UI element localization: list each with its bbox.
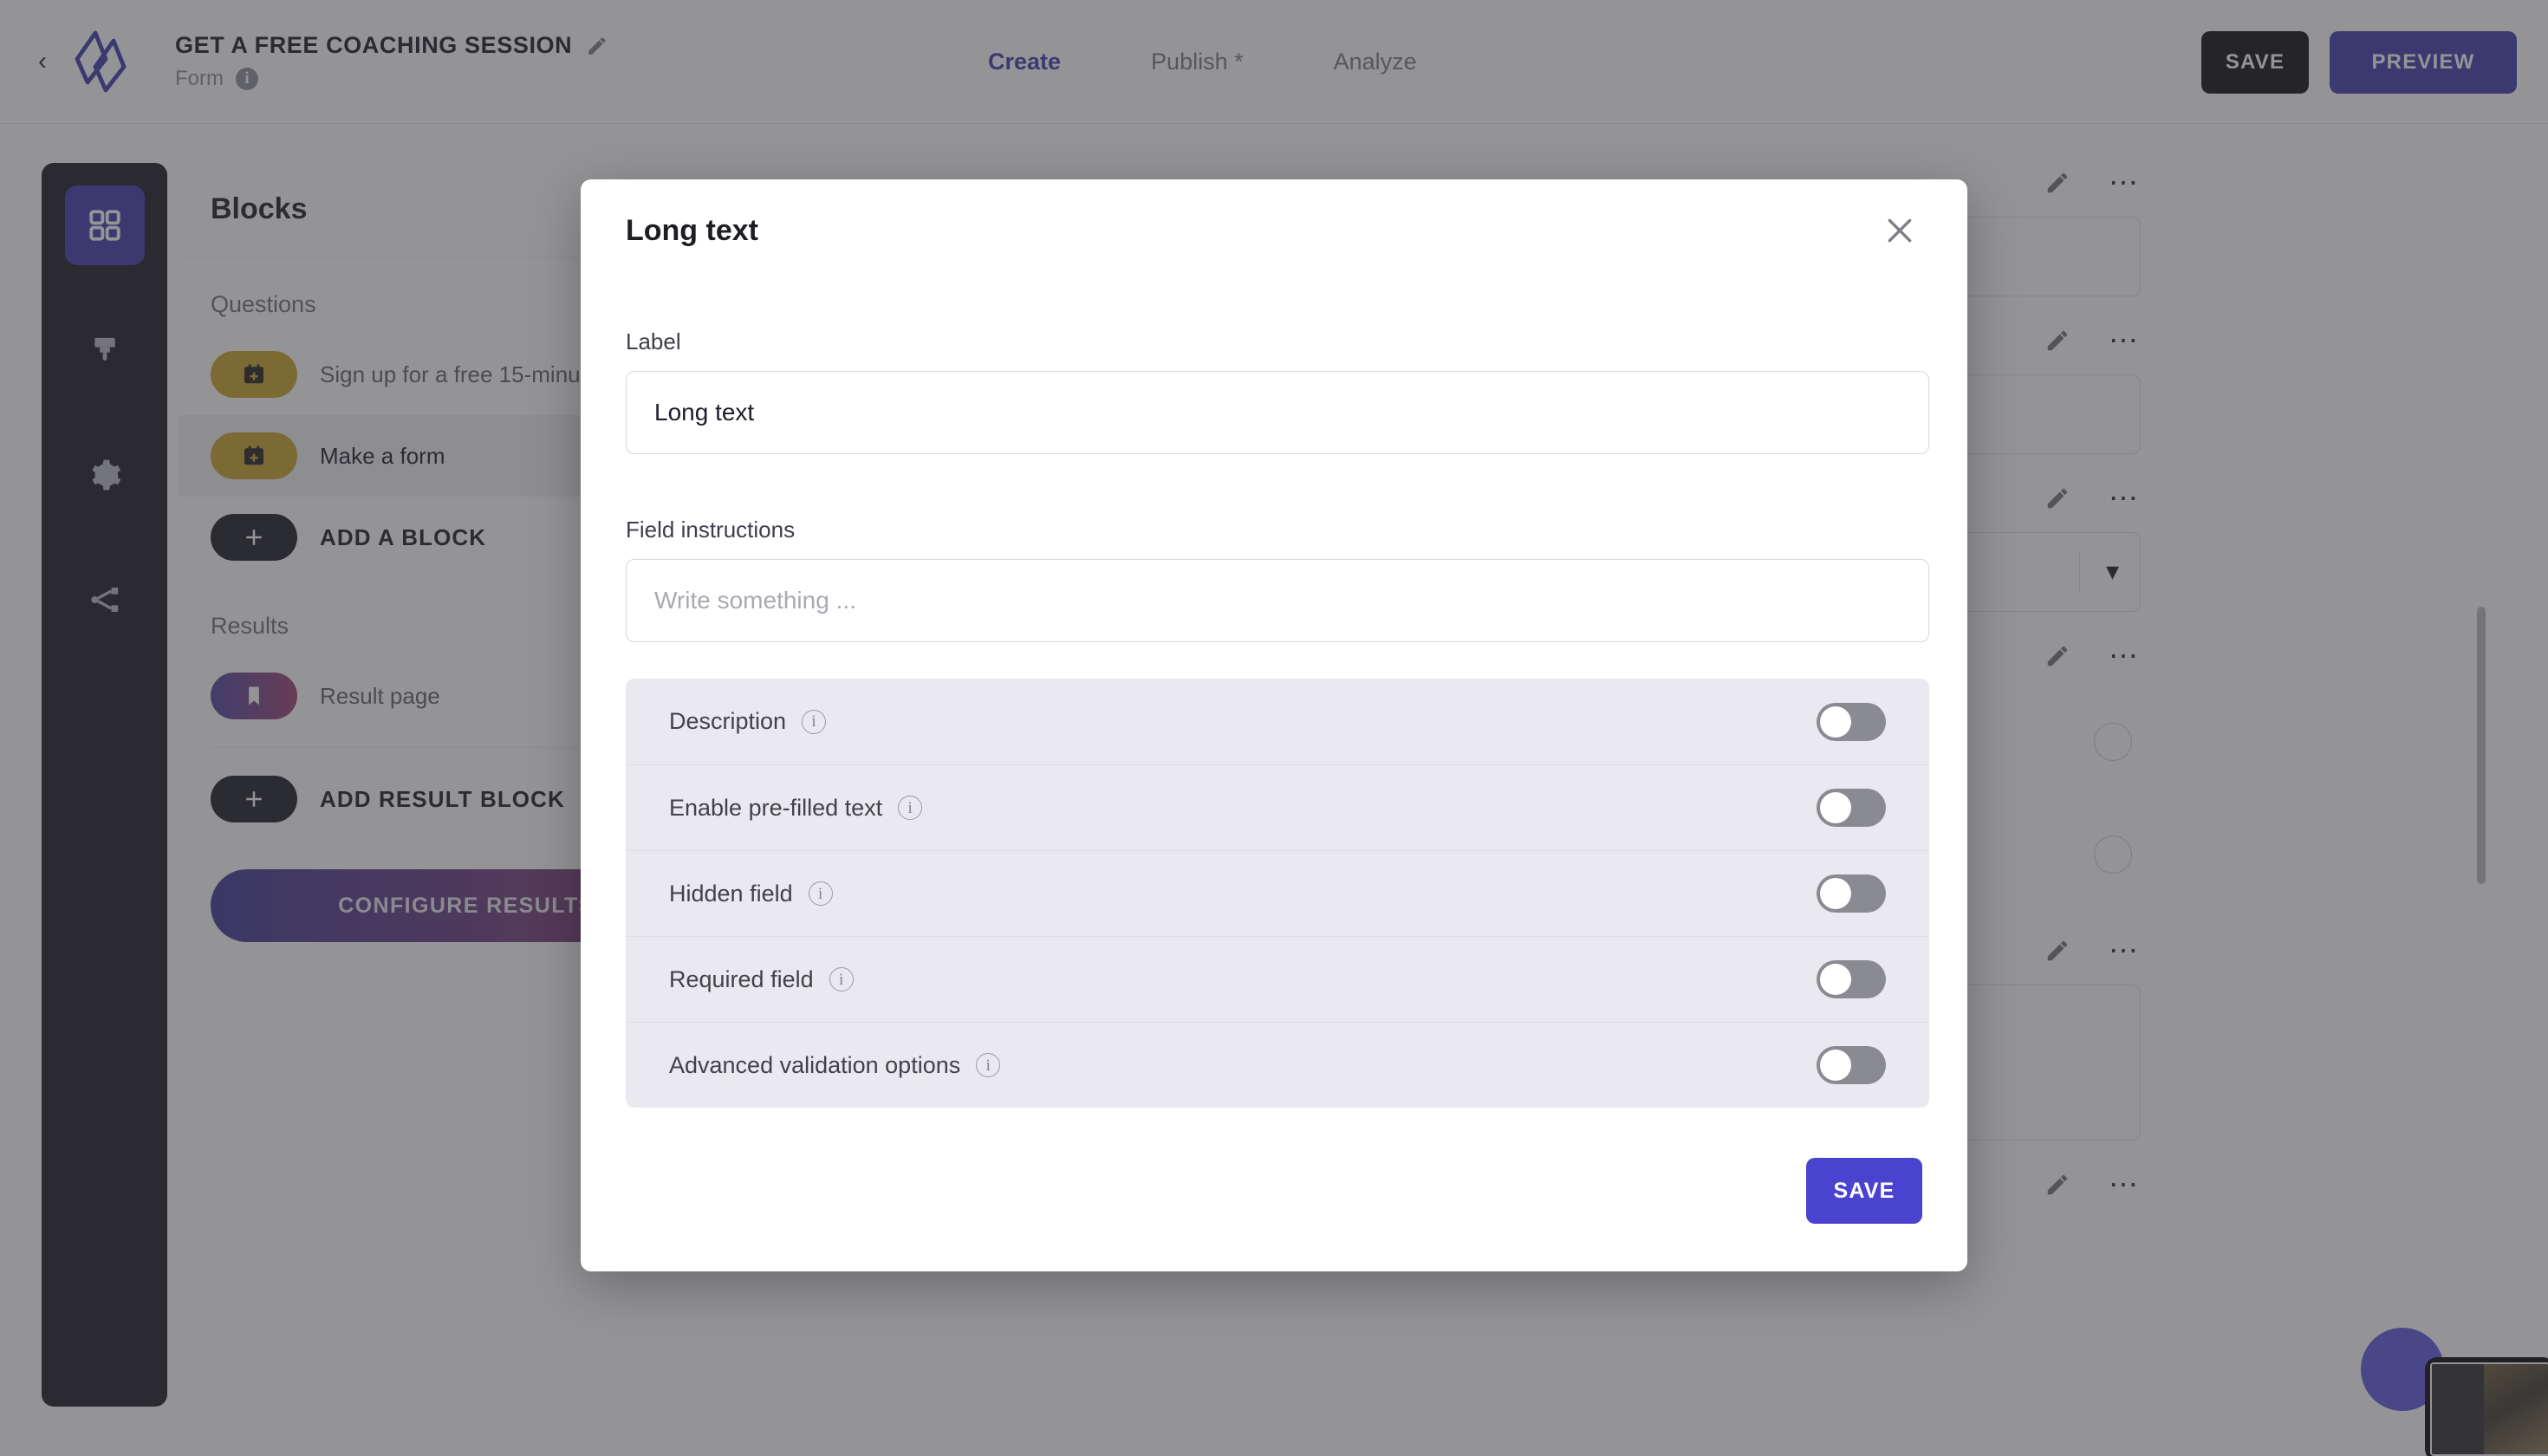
- toggle-row-advanced-validation[interactable]: Advanced validation options i: [626, 1022, 1929, 1108]
- toggle-switch-required-field[interactable]: [1817, 960, 1886, 998]
- toggle-row-description[interactable]: Description i: [626, 679, 1929, 764]
- info-icon[interactable]: i: [802, 709, 827, 734]
- info-icon[interactable]: i: [808, 881, 833, 906]
- toggle-switch-description[interactable]: [1817, 702, 1886, 741]
- label-field-group: Label: [622, 328, 1929, 454]
- toggle-switch-advanced-validation[interactable]: [1817, 1046, 1886, 1084]
- toggle-label: Hidden field: [669, 880, 793, 907]
- label-field-label: Label: [626, 328, 681, 354]
- toggle-row-prefilled-text[interactable]: Enable pre-filled text i: [626, 764, 1929, 850]
- instructions-input[interactable]: [626, 559, 1929, 642]
- toggle-label: Enable pre-filled text: [669, 794, 883, 821]
- toggle-switch-prefilled-text[interactable]: [1817, 789, 1886, 827]
- label-input[interactable]: [626, 371, 1929, 454]
- modal-save-button[interactable]: SAVE: [1806, 1158, 1922, 1224]
- toggle-label: Required field: [669, 965, 814, 992]
- info-icon[interactable]: i: [898, 796, 923, 820]
- info-icon[interactable]: i: [976, 1053, 1001, 1077]
- modal-title: Long text: [626, 213, 758, 247]
- instructions-field-group: Field instructions: [622, 517, 1929, 642]
- info-icon[interactable]: i: [829, 967, 854, 991]
- toggle-switch-hidden-field[interactable]: [1817, 874, 1886, 913]
- toggle-label: Advanced validation options: [669, 1051, 961, 1078]
- modal-header: Long text: [622, 179, 1926, 282]
- instructions-field-label: Field instructions: [626, 517, 796, 543]
- long-text-settings-modal: Long text Label Field instructions Descr…: [581, 179, 1967, 1271]
- toggle-options-card: Description i Enable pre-filled text i H…: [626, 679, 1929, 1108]
- modal-footer: SAVE: [622, 1108, 1926, 1224]
- toggle-label: Description: [669, 708, 787, 734]
- close-icon[interactable]: [1877, 208, 1922, 253]
- toggle-row-required-field[interactable]: Required field i: [626, 936, 1929, 1022]
- toggle-row-hidden-field[interactable]: Hidden field i: [626, 850, 1929, 936]
